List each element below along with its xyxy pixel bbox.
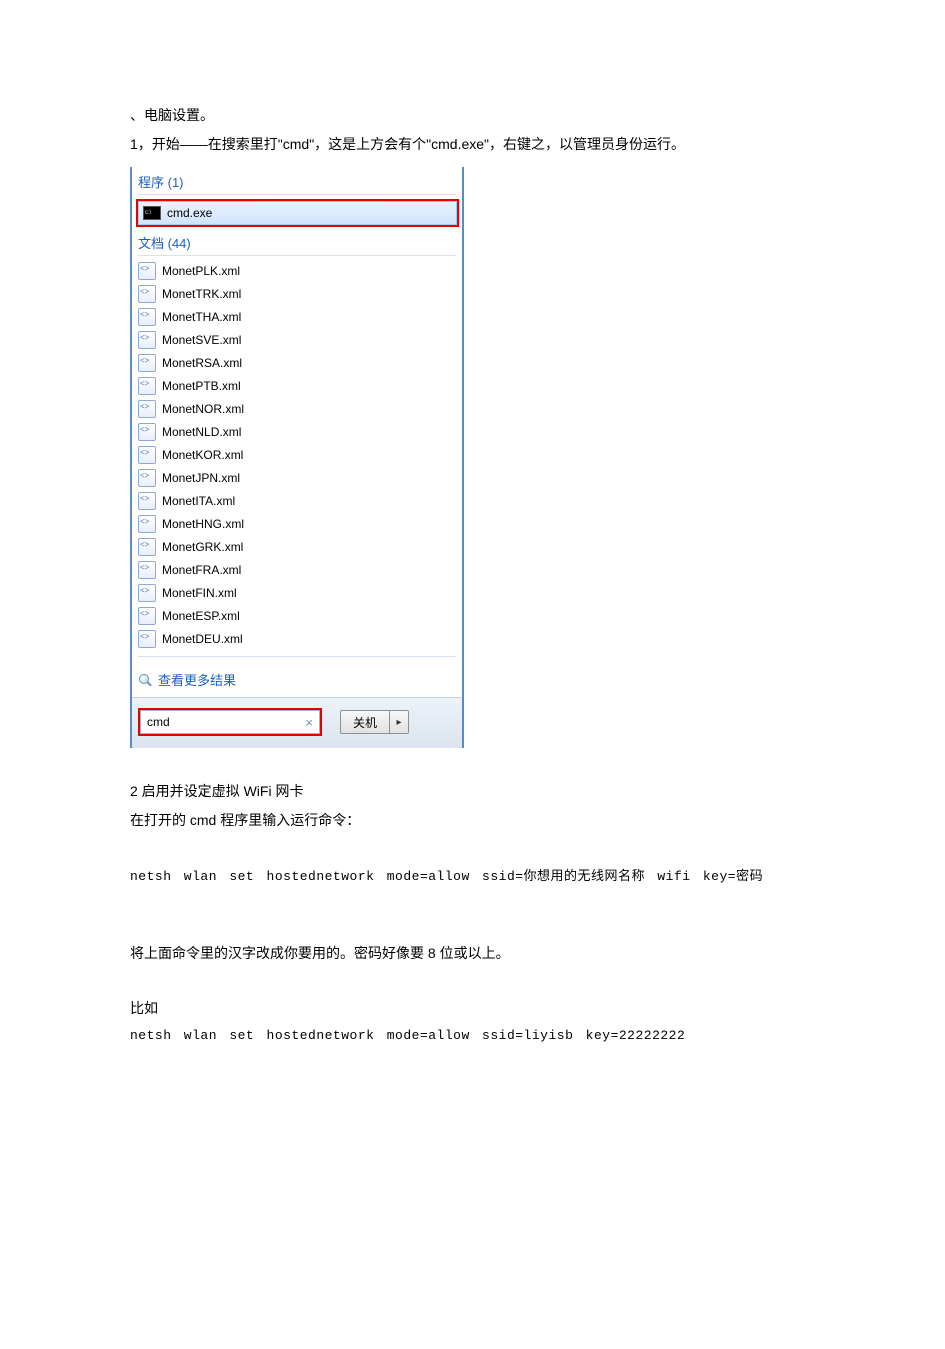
xml-file-icon <box>138 584 156 602</box>
document-label: MonetNLD.xml <box>162 425 241 439</box>
program-item-cmd[interactable]: cmd.exe <box>138 201 457 225</box>
document-label: MonetTHA.xml <box>162 310 241 324</box>
document-item[interactable]: MonetNOR.xml <box>132 397 462 420</box>
document-item[interactable]: MonetFRA.xml <box>132 558 462 581</box>
xml-file-icon <box>138 354 156 372</box>
document-item[interactable]: MonetPTB.xml <box>132 374 462 397</box>
xml-file-icon <box>138 423 156 441</box>
xml-file-icon <box>138 285 156 303</box>
document-item[interactable]: MonetRSA.xml <box>132 351 462 374</box>
xml-file-icon <box>138 492 156 510</box>
document-label: MonetDEU.xml <box>162 632 243 646</box>
xml-file-icon <box>138 262 156 280</box>
document-item[interactable]: MonetKOR.xml <box>132 443 462 466</box>
search-input[interactable]: cmd × <box>140 710 320 734</box>
document-label: MonetHNG.xml <box>162 517 244 531</box>
start-menu-screenshot: 程序 (1) cmd.exe 文档 (44) MonetPLK.xmlMonet… <box>130 167 464 748</box>
intro-line-0: 、电脑设置。 <box>130 102 815 129</box>
document-label: MonetFIN.xml <box>162 586 237 600</box>
document-label: MonetJPN.xml <box>162 471 240 485</box>
example-label: 比如 <box>130 995 815 1022</box>
document-item[interactable]: MonetGRK.xml <box>132 535 462 558</box>
netsh-command-example: netsh wlan set hostednetwork mode=allow … <box>130 1028 815 1043</box>
search-input-value: cmd <box>147 715 170 729</box>
start-menu-footer: cmd × 关机 ▸ <box>132 697 462 748</box>
search-input-highlight-box: cmd × <box>138 708 322 736</box>
document-label: MonetGRK.xml <box>162 540 243 554</box>
xml-file-icon <box>138 538 156 556</box>
xml-file-icon <box>138 400 156 418</box>
document-label: MonetNOR.xml <box>162 402 244 416</box>
document-item[interactable]: MonetDEU.xml <box>132 627 462 650</box>
document-label: MonetTRK.xml <box>162 287 241 301</box>
document-item[interactable]: MonetPLK.xml <box>132 259 462 282</box>
document-item[interactable]: MonetFIN.xml <box>132 581 462 604</box>
document-label: MonetPLK.xml <box>162 264 240 278</box>
shutdown-options-arrow[interactable]: ▸ <box>390 710 409 734</box>
step2-line1: 在打开的 cmd 程序里输入运行命令： <box>130 807 815 834</box>
divider <box>138 656 456 657</box>
document-item[interactable]: MonetTHA.xml <box>132 305 462 328</box>
document-label: MonetRSA.xml <box>162 356 242 370</box>
xml-file-icon <box>138 469 156 487</box>
document-label: MonetITA.xml <box>162 494 235 508</box>
xml-file-icon <box>138 446 156 464</box>
netsh-command-template: netsh wlan set hostednetwork mode=allow … <box>130 865 815 884</box>
cmd-exe-highlight-box: cmd.exe <box>136 199 459 227</box>
intro-line-1: 1，开始——在搜索里打"cmd"，这是上方会有个"cmd.exe"，右键之，以管… <box>130 131 815 158</box>
document-label: MonetESP.xml <box>162 609 240 623</box>
document-label: MonetSVE.xml <box>162 333 241 347</box>
document-item[interactable]: MonetJPN.xml <box>132 466 462 489</box>
document-item[interactable]: MonetESP.xml <box>132 604 462 627</box>
document-item[interactable]: MonetHNG.xml <box>132 512 462 535</box>
xml-file-icon <box>138 377 156 395</box>
step2-note: 将上面命令里的汉字改成你要用的。密码好像要 8 位或以上。 <box>130 940 815 967</box>
xml-file-icon <box>138 515 156 533</box>
document-list: MonetPLK.xml MonetTRK.xml MonetTHA.xml Mone… <box>132 259 462 650</box>
programs-header: 程序 (1) <box>132 170 462 193</box>
see-more-results[interactable]: 查看更多结果 <box>132 660 462 697</box>
cmd-icon <box>143 206 161 220</box>
document-label: MonetFRA.xml <box>162 563 241 577</box>
see-more-label: 查看更多结果 <box>158 670 236 689</box>
xml-file-icon <box>138 308 156 326</box>
document-item[interactable]: MonetNLD.xml <box>132 420 462 443</box>
search-icon <box>138 673 152 687</box>
document-item[interactable]: MonetSVE.xml <box>132 328 462 351</box>
shutdown-button-group: 关机 ▸ <box>340 710 409 734</box>
documents-header: 文档 (44) <box>132 231 462 254</box>
clear-search-icon[interactable]: × <box>305 715 313 730</box>
step2-title: 2 启用并设定虚拟 WiFi 网卡 <box>130 778 815 805</box>
xml-file-icon <box>138 331 156 349</box>
program-label: cmd.exe <box>167 206 212 220</box>
shutdown-button[interactable]: 关机 <box>340 710 390 734</box>
xml-file-icon <box>138 607 156 625</box>
xml-file-icon <box>138 561 156 579</box>
document-item[interactable]: MonetITA.xml <box>132 489 462 512</box>
xml-file-icon <box>138 630 156 648</box>
document-label: MonetPTB.xml <box>162 379 241 393</box>
divider <box>138 255 456 256</box>
divider <box>138 194 456 195</box>
document-label: MonetKOR.xml <box>162 448 243 462</box>
document-item[interactable]: MonetTRK.xml <box>132 282 462 305</box>
